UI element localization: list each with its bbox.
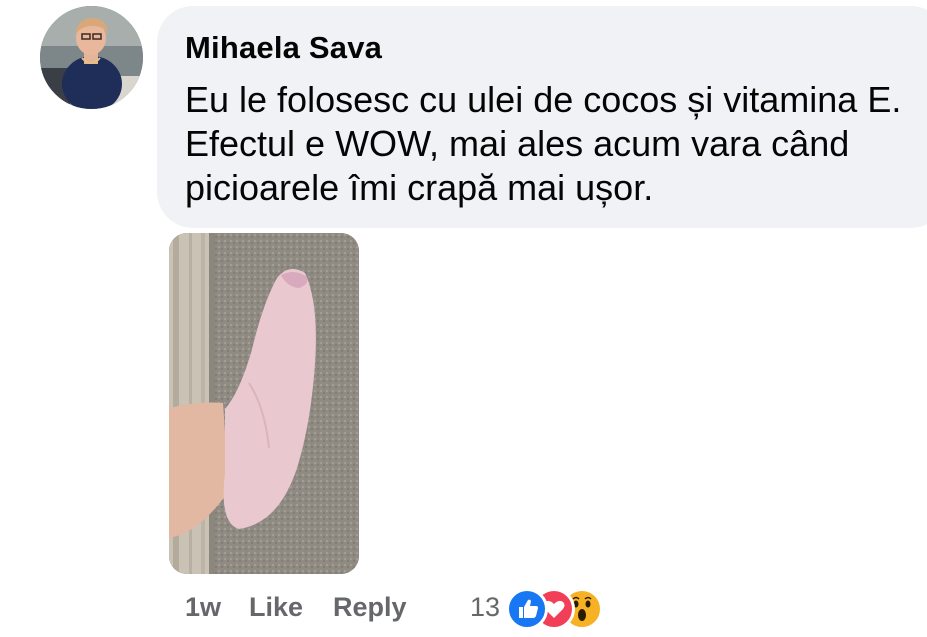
comment-photo[interactable] [169, 233, 359, 574]
like-icon [506, 588, 548, 630]
comment-timestamp[interactable]: 1w [185, 592, 221, 623]
comment-bubble: Mihaela Sava Eu le folosesc cu ulei de c… [157, 6, 927, 228]
reply-button[interactable]: Reply [333, 592, 407, 623]
author-name[interactable]: Mihaela Sava [185, 30, 382, 66]
comment-text: Eu le folosesc cu ulei de cocos și vitam… [185, 79, 902, 208]
reaction-count: 13 [470, 592, 501, 622]
like-button[interactable]: Like [249, 592, 303, 623]
author-avatar[interactable] [40, 6, 143, 109]
